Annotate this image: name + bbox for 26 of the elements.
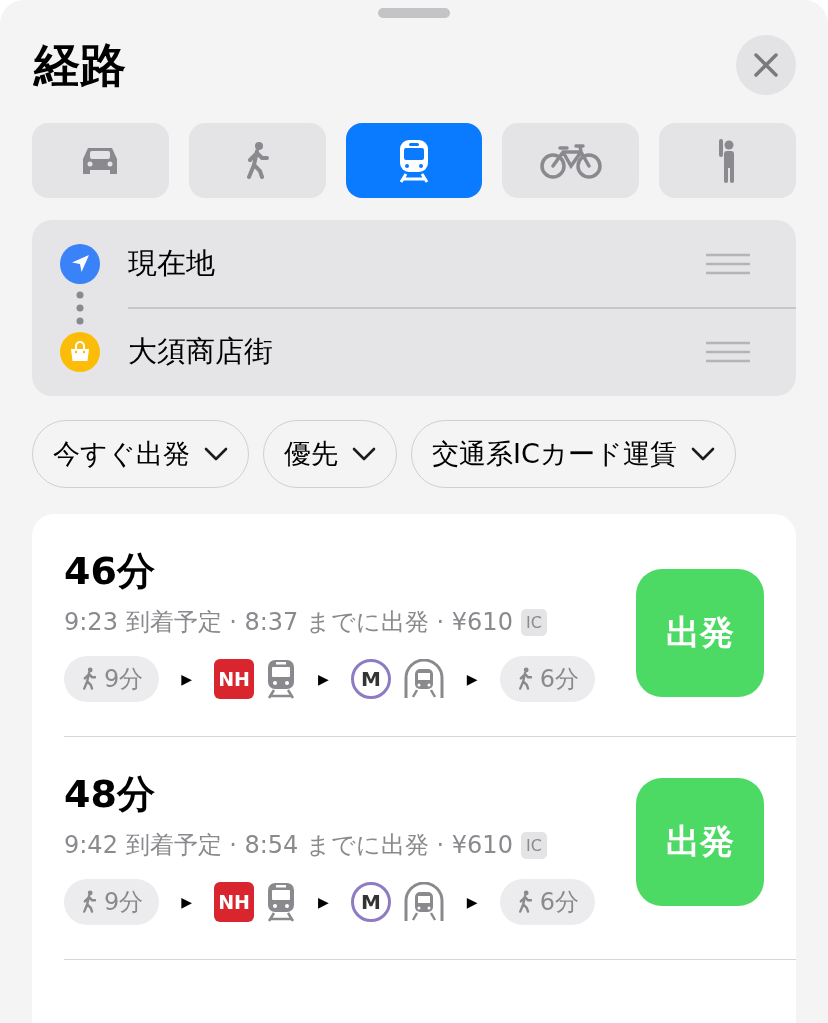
fare-badge: IC	[520, 831, 547, 859]
walk-segment: 6分	[499, 656, 595, 702]
filter-dropdown[interactable]: 今すぐ出発	[32, 420, 249, 488]
sheet-title: 経路	[34, 42, 126, 88]
step-arrow: ▶	[318, 894, 329, 910]
step-arrow: ▶	[181, 671, 193, 687]
line-badge: NH	[214, 882, 255, 922]
step-arrow: ▶	[466, 894, 478, 910]
walk-segment: 6分	[499, 879, 595, 925]
route-duration: 48分	[64, 775, 156, 813]
filter-dropdown[interactable]: 交通系ICカード運賃	[411, 420, 736, 488]
step-arrow: ▶	[318, 671, 329, 687]
filter-dropdown[interactable]: 優先	[263, 420, 397, 488]
step-arrow: ▶	[466, 671, 478, 687]
location-label[interactable]: 現在地	[128, 244, 706, 284]
metro-badge: M	[350, 882, 391, 922]
walk-segment: 9分	[64, 879, 160, 925]
route-summary: 9:42 到着予定 · 8:54 までに出発 · ¥610	[64, 830, 513, 861]
fare-badge: IC	[520, 608, 547, 636]
location-label[interactable]: 大須商店街	[128, 332, 706, 372]
line-badge: NH	[214, 659, 255, 699]
step-arrow: ▶	[181, 894, 193, 910]
metro-badge: M	[350, 659, 391, 699]
route-duration: 46分	[64, 552, 156, 590]
route-summary: 9:23 到着予定 · 8:37 までに出発 · ¥610	[64, 607, 513, 638]
walk-segment: 9分	[64, 656, 160, 702]
